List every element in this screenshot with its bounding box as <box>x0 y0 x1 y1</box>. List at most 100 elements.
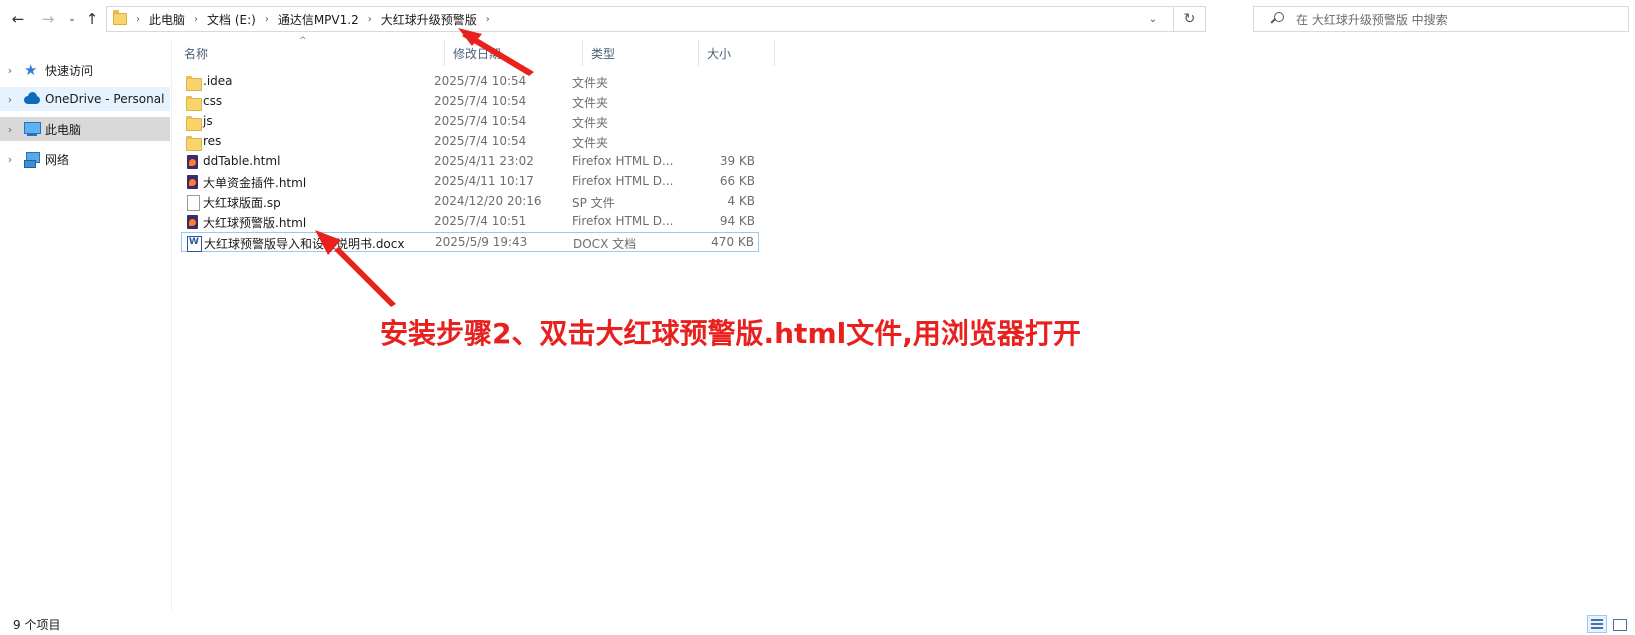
cloud-icon <box>23 91 41 107</box>
details-view-button[interactable] <box>1587 615 1607 633</box>
sidebar-item-this-pc[interactable]: › 此电脑 <box>0 117 170 141</box>
file-row[interactable]: js 2025/7/4 10:54 文件夹 <box>181 112 759 132</box>
file-row[interactable]: 大红球预警版.html 2025/7/4 10:51 Firefox HTML … <box>181 212 759 232</box>
breadcrumb-separator[interactable]: › <box>136 14 140 25</box>
column-header-name[interactable]: 名称 ^ <box>176 36 445 66</box>
chevron-down-icon: ⌄ <box>68 13 76 24</box>
breadcrumb-current-folder[interactable]: 大红球升级预警版 <box>381 11 477 28</box>
up-arrow-icon: ↑ <box>85 9 99 28</box>
forward-arrow-icon: → <box>41 9 55 28</box>
file-row[interactable]: 大红球版面.sp 2024/12/20 20:16 SP 文件 4 KB <box>181 192 759 212</box>
file-size: 94 KB <box>719 214 755 228</box>
file-name: .idea <box>203 74 233 88</box>
breadcrumb-separator[interactable]: › <box>486 14 490 25</box>
chevron-right-icon[interactable]: › <box>0 153 20 166</box>
sidebar-item-quick-access[interactable]: › 快速访问 <box>0 58 170 82</box>
file-date: 2024/12/20 20:16 <box>434 194 542 208</box>
file-type: Firefox HTML D... <box>572 154 674 168</box>
breadcrumb-separator[interactable]: › <box>194 14 198 25</box>
status-bar: 9 个项目 <box>0 610 1635 635</box>
refresh-icon: ↻ <box>1183 11 1196 27</box>
file-date: 2025/5/9 19:43 <box>435 235 528 249</box>
annotation-instruction: 安装步骤2、双击大红球预警版.html文件,用浏览器打开 <box>380 317 1081 350</box>
file-name: css <box>203 94 223 108</box>
file-row[interactable]: 大红球预警版导入和设置说明书.docx 2025/5/9 19:43 DOCX … <box>181 232 759 252</box>
breadcrumb-tdx-folder[interactable]: 通达信MPV1.2 <box>278 11 359 28</box>
network-icon <box>23 151 41 168</box>
file-row[interactable]: ddTable.html 2025/4/11 23:02 Firefox HTM… <box>181 152 759 172</box>
breadcrumb-separator[interactable]: › <box>265 14 269 25</box>
item-count: 9 个项目 <box>13 618 61 632</box>
column-header-size[interactable]: 大小 <box>699 40 775 66</box>
file-icon <box>186 195 200 211</box>
file-size: 66 KB <box>719 174 755 188</box>
recent-locations-button[interactable]: ⌄ <box>66 9 78 29</box>
word-doc-icon <box>187 236 202 252</box>
file-date: 2025/4/11 10:17 <box>434 174 534 188</box>
file-date: 2025/4/11 23:02 <box>434 154 534 168</box>
file-row[interactable]: res 2025/7/4 10:54 文件夹 <box>181 132 759 152</box>
file-size: 470 KB <box>711 235 754 249</box>
sidebar-item-network[interactable]: › 网络 <box>0 147 170 171</box>
navigation-pane: › 快速访问 › OneDrive - Personal › 此电脑 › 网络 <box>0 40 172 610</box>
navigation-bar: ← → ⌄ ↑ › 此电脑 › 文档 (E:) › 通达信MPV1.2 › 大红… <box>0 0 1635 38</box>
up-button[interactable]: ↑ <box>82 9 102 29</box>
file-row[interactable]: 大单资金插件.html 2025/4/11 10:17 Firefox HTML… <box>181 172 759 192</box>
file-type: DOCX 文档 <box>573 237 637 251</box>
file-name: 大红球预警版.html <box>203 216 307 230</box>
folder-icon <box>186 75 202 91</box>
file-type: 文件夹 <box>572 136 609 150</box>
firefox-html-icon <box>186 215 200 229</box>
file-type: SP 文件 <box>572 196 615 210</box>
column-header-label: 大小 <box>707 46 732 61</box>
address-history-button[interactable]: ⌄ <box>1141 7 1165 31</box>
sidebar-item-label: 快速访问 <box>45 63 94 78</box>
large-icons-view-button[interactable] <box>1609 615 1629 633</box>
file-size: 4 KB <box>727 194 755 208</box>
refresh-button[interactable]: ↻ <box>1173 7 1205 31</box>
column-header-label: 修改日期 <box>453 46 502 61</box>
chevron-right-icon[interactable]: › <box>0 64 20 77</box>
column-header-date[interactable]: 修改日期 <box>445 40 583 66</box>
chevron-right-icon[interactable]: › <box>0 123 20 136</box>
folder-icon <box>113 10 127 25</box>
firefox-html-icon <box>186 155 200 169</box>
breadcrumb-separator[interactable]: › <box>368 14 372 25</box>
file-date: 2025/7/4 10:54 <box>434 114 527 128</box>
sidebar-item-label: 此电脑 <box>45 122 82 137</box>
sidebar-item-onedrive[interactable]: › OneDrive - Personal <box>0 87 170 111</box>
breadcrumb-this-pc[interactable]: 此电脑 <box>149 11 185 28</box>
back-arrow-icon: ← <box>11 9 25 28</box>
forward-button[interactable]: → <box>38 9 58 29</box>
computer-icon <box>23 121 41 137</box>
sidebar-item-label: OneDrive - Personal <box>45 92 165 106</box>
folder-icon <box>186 95 202 111</box>
file-type: Firefox HTML D... <box>572 174 674 188</box>
folder-icon <box>186 115 202 131</box>
search-box[interactable]: 在 大红球升级预警版 中搜索 <box>1253 6 1629 32</box>
chevron-right-icon[interactable]: › <box>0 93 20 106</box>
file-row[interactable]: .idea 2025/7/4 10:54 文件夹 <box>181 72 759 92</box>
star-icon <box>23 61 41 79</box>
column-header-label: 类型 <box>591 46 616 61</box>
chevron-down-icon: ⌄ <box>1148 13 1158 25</box>
file-row[interactable]: css 2025/7/4 10:54 文件夹 <box>181 92 759 112</box>
search-placeholder[interactable]: 在 大红球升级预警版 中搜索 <box>1296 11 1448 28</box>
file-name: 大单资金插件.html <box>203 176 307 190</box>
folder-icon <box>186 135 202 151</box>
file-type: 文件夹 <box>572 116 609 130</box>
file-type: 文件夹 <box>572 96 609 110</box>
breadcrumb-drive-e[interactable]: 文档 (E:) <box>207 11 256 28</box>
file-date: 2025/7/4 10:54 <box>434 94 527 108</box>
file-name: 大红球版面.sp <box>203 196 281 210</box>
address-bar[interactable]: › 此电脑 › 文档 (E:) › 通达信MPV1.2 › 大红球升级预警版 ›… <box>106 6 1206 32</box>
file-type: Firefox HTML D... <box>572 214 674 228</box>
file-date: 2025/7/4 10:51 <box>434 214 527 228</box>
sidebar-item-label: 网络 <box>45 152 70 167</box>
file-type: 文件夹 <box>572 76 609 90</box>
search-icon <box>1270 12 1284 26</box>
back-button[interactable]: ← <box>8 9 28 29</box>
column-header-type[interactable]: 类型 <box>583 40 699 66</box>
file-date: 2025/7/4 10:54 <box>434 74 527 88</box>
sort-ascending-icon: ^ <box>299 36 307 46</box>
